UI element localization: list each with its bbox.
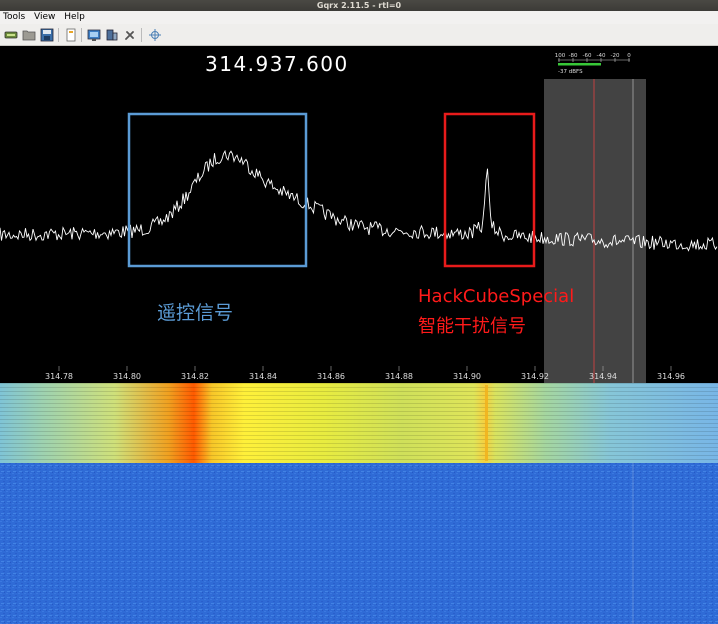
signal-level-bar — [558, 63, 601, 66]
menu-bar: Tools View Help — [0, 11, 718, 24]
jammer-signal-box — [443, 112, 536, 268]
menu-help[interactable]: Help — [61, 11, 88, 24]
signal-meter: -100-80-60-40-200 -37 dBFS — [553, 50, 633, 76]
signal-level-text: -37 dBFS — [558, 69, 583, 75]
toolbar-separator — [81, 28, 82, 42]
frequency-tick-label: 314.84 — [249, 372, 277, 381]
frequency-tick-label: 314.86 — [317, 372, 345, 381]
menu-view[interactable]: View — [31, 11, 58, 24]
display-icon[interactable] — [86, 27, 102, 43]
remote-signal-label: 遥控信号 — [157, 302, 234, 324]
window-title: Gqrx 2.11.5 - rtl=0 — [0, 0, 718, 11]
remote-signal-box — [127, 112, 308, 268]
device-icon[interactable] — [3, 27, 19, 43]
toolbar-separator — [141, 28, 142, 42]
jammer-trace-line — [485, 385, 488, 461]
crosshair-icon[interactable] — [147, 27, 163, 43]
filter-passband[interactable] — [544, 79, 646, 383]
save-icon[interactable] — [39, 27, 55, 43]
frequency-tick-label: 314.82 — [181, 372, 209, 381]
frequency-tick-label: 314.90 — [453, 372, 481, 381]
frequency-readout[interactable]: 314.937.600 — [205, 52, 349, 76]
menu-tools[interactable]: Tools — [0, 11, 28, 24]
frequency-tick-label: 314.80 — [113, 372, 141, 381]
frequency-tick-label: 314.96 — [657, 372, 685, 381]
toolbar-separator — [58, 28, 59, 42]
wrench-icon[interactable] — [122, 27, 138, 43]
document-icon[interactable] — [63, 27, 79, 43]
spectrum-plotter[interactable]: 314.78 314.80 314.82 314.84 314.86 314.88 314.… — [0, 46, 718, 383]
smeter-scale-label: -100 — [555, 53, 566, 59]
open-icon[interactable] — [21, 27, 37, 43]
toolbar — [0, 24, 718, 46]
jammer-signal-label-line2: 智能干扰信号 — [418, 316, 526, 337]
frequency-tick-label: 314.94 — [589, 372, 617, 381]
waterfall-noise-floor — [0, 463, 718, 624]
frequency-tick-label: 314.88 — [385, 372, 413, 381]
frequency-tick-label: 314.78 — [45, 372, 73, 381]
frequency-tick-label: 314.92 — [521, 372, 549, 381]
waterfall-display[interactable] — [0, 383, 718, 624]
tools-icon[interactable] — [104, 27, 120, 43]
jammer-signal-label-line1: HackCubeSpecial — [418, 286, 575, 307]
